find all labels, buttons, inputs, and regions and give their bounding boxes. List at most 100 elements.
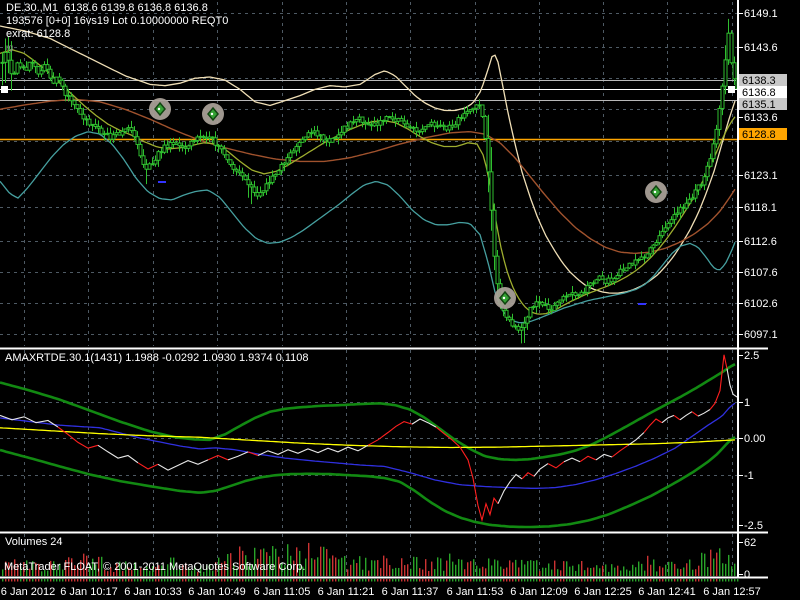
candle-body [685, 203, 688, 208]
candle-body [649, 248, 652, 254]
time-tick-dash [188, 579, 189, 582]
signal-white-segment [698, 410, 710, 417]
time-tick-dash [656, 579, 657, 582]
volume-bar [713, 559, 714, 576]
time-tick-dash [524, 579, 525, 582]
time-tick-dash [359, 579, 360, 582]
time-tick-dash [593, 579, 594, 582]
volume-bar [638, 562, 639, 576]
price-axis-label: 6123.1 [744, 170, 778, 182]
time-tick-dash [260, 579, 261, 582]
signal-white-segment [680, 412, 692, 420]
signal-white-segment [98, 445, 138, 463]
trade-arrow-dot [654, 191, 656, 193]
price-axis-label: 6102.6 [744, 298, 778, 310]
time-tick-dash [719, 579, 720, 582]
time-tick-dash [44, 579, 45, 582]
volume-bar [377, 560, 378, 576]
time-tick-dash [137, 579, 138, 582]
chart-canvas[interactable]: 6149.16143.66133.66123.16118.16112.66107… [0, 0, 800, 600]
time-tick-dash [332, 579, 333, 582]
volume-bar [695, 569, 696, 576]
time-tick-dash [275, 579, 276, 582]
time-tick-dash [38, 579, 39, 582]
time-tick-dash [194, 579, 195, 582]
volume-bar [617, 566, 618, 576]
time-tick-dash [467, 579, 468, 582]
trade-marker[interactable] [494, 287, 516, 309]
trade-marker[interactable] [202, 103, 224, 125]
time-tick-dash [221, 579, 222, 582]
trade-marker[interactable] [149, 98, 171, 120]
candle-body [712, 144, 715, 159]
time-tick-dash [431, 579, 432, 582]
candle-body [505, 310, 508, 317]
trade-marker[interactable] [645, 181, 667, 203]
time-tick-dash [632, 579, 633, 582]
time-tick-dash [128, 579, 129, 582]
volume-bar [308, 543, 309, 576]
volume-bar [641, 564, 642, 576]
volume-axis-label: 0 [744, 569, 750, 581]
time-tick-dash [665, 579, 666, 582]
price-badge-label: 6136.8 [742, 87, 776, 99]
volume-bar [425, 559, 426, 576]
time-tick-dash [26, 579, 27, 582]
time-tick-dash [29, 579, 30, 582]
time-tick-dash [344, 579, 345, 582]
indicator-panel[interactable] [0, 355, 737, 527]
time-tick-dash [647, 579, 648, 582]
time-axis-label: 6 Jan 12:09 [510, 586, 568, 598]
indicator-label: AMAXRTDE.30.1(1431) 1.1988 -0.0292 1.093… [5, 352, 309, 365]
time-tick-dash [17, 579, 18, 582]
time-tick-dash [407, 579, 408, 582]
time-tick-dash [674, 579, 675, 582]
candle-body [70, 96, 73, 101]
time-tick-dash [629, 579, 630, 582]
time-axis-label: 6 Jan 11:53 [447, 586, 504, 598]
volume-bar [395, 568, 396, 576]
hline-handle[interactable] [1, 86, 8, 93]
signal-red-segment [580, 456, 596, 461]
signal-red-segment [674, 415, 680, 419]
time-tick-dash [542, 579, 543, 582]
signal-red-segment [368, 422, 412, 446]
time-axis-label: 6 Jan 12:41 [638, 586, 696, 598]
volume-bar [335, 558, 336, 576]
volume-bar [368, 571, 369, 576]
main-chart-panel[interactable] [0, 19, 739, 344]
volume-bar [611, 564, 612, 576]
indicator-axis-label: -2.5 [744, 520, 763, 532]
hline-handle[interactable] [728, 86, 735, 93]
time-tick-dash [533, 579, 534, 582]
time-tick-dash [383, 579, 384, 582]
candle-body [112, 135, 115, 139]
time-tick-dash [278, 579, 279, 582]
volume-bar [383, 556, 384, 576]
trade-arrow-dot [503, 297, 505, 299]
time-tick-dash [515, 579, 516, 582]
time-axis-label: 6 Jan 12:57 [703, 586, 761, 598]
volume-bar [389, 565, 390, 576]
time-tick-dash [641, 579, 642, 582]
time-tick-dash [560, 579, 561, 582]
candle-body [661, 231, 664, 235]
time-tick-dash [56, 579, 57, 582]
candle-body [154, 160, 157, 164]
volume-bar [419, 568, 420, 576]
volume-bar [341, 558, 342, 576]
candle-body [10, 60, 13, 73]
volume-bar [725, 564, 726, 576]
time-tick-dash [401, 579, 402, 582]
volume-bar [416, 557, 417, 576]
volume-bar [413, 557, 414, 576]
time-tick-dash [308, 579, 309, 582]
candle-body [484, 116, 487, 138]
time-tick-dash [638, 579, 639, 582]
metatrader-chart-window[interactable]: { "window": {"width": 800, "height": 600… [0, 0, 800, 600]
time-tick-dash [329, 579, 330, 582]
time-tick-dash [518, 579, 519, 582]
time-tick-dash [281, 579, 282, 582]
volume-bar [719, 548, 720, 576]
time-tick-dash [203, 579, 204, 582]
